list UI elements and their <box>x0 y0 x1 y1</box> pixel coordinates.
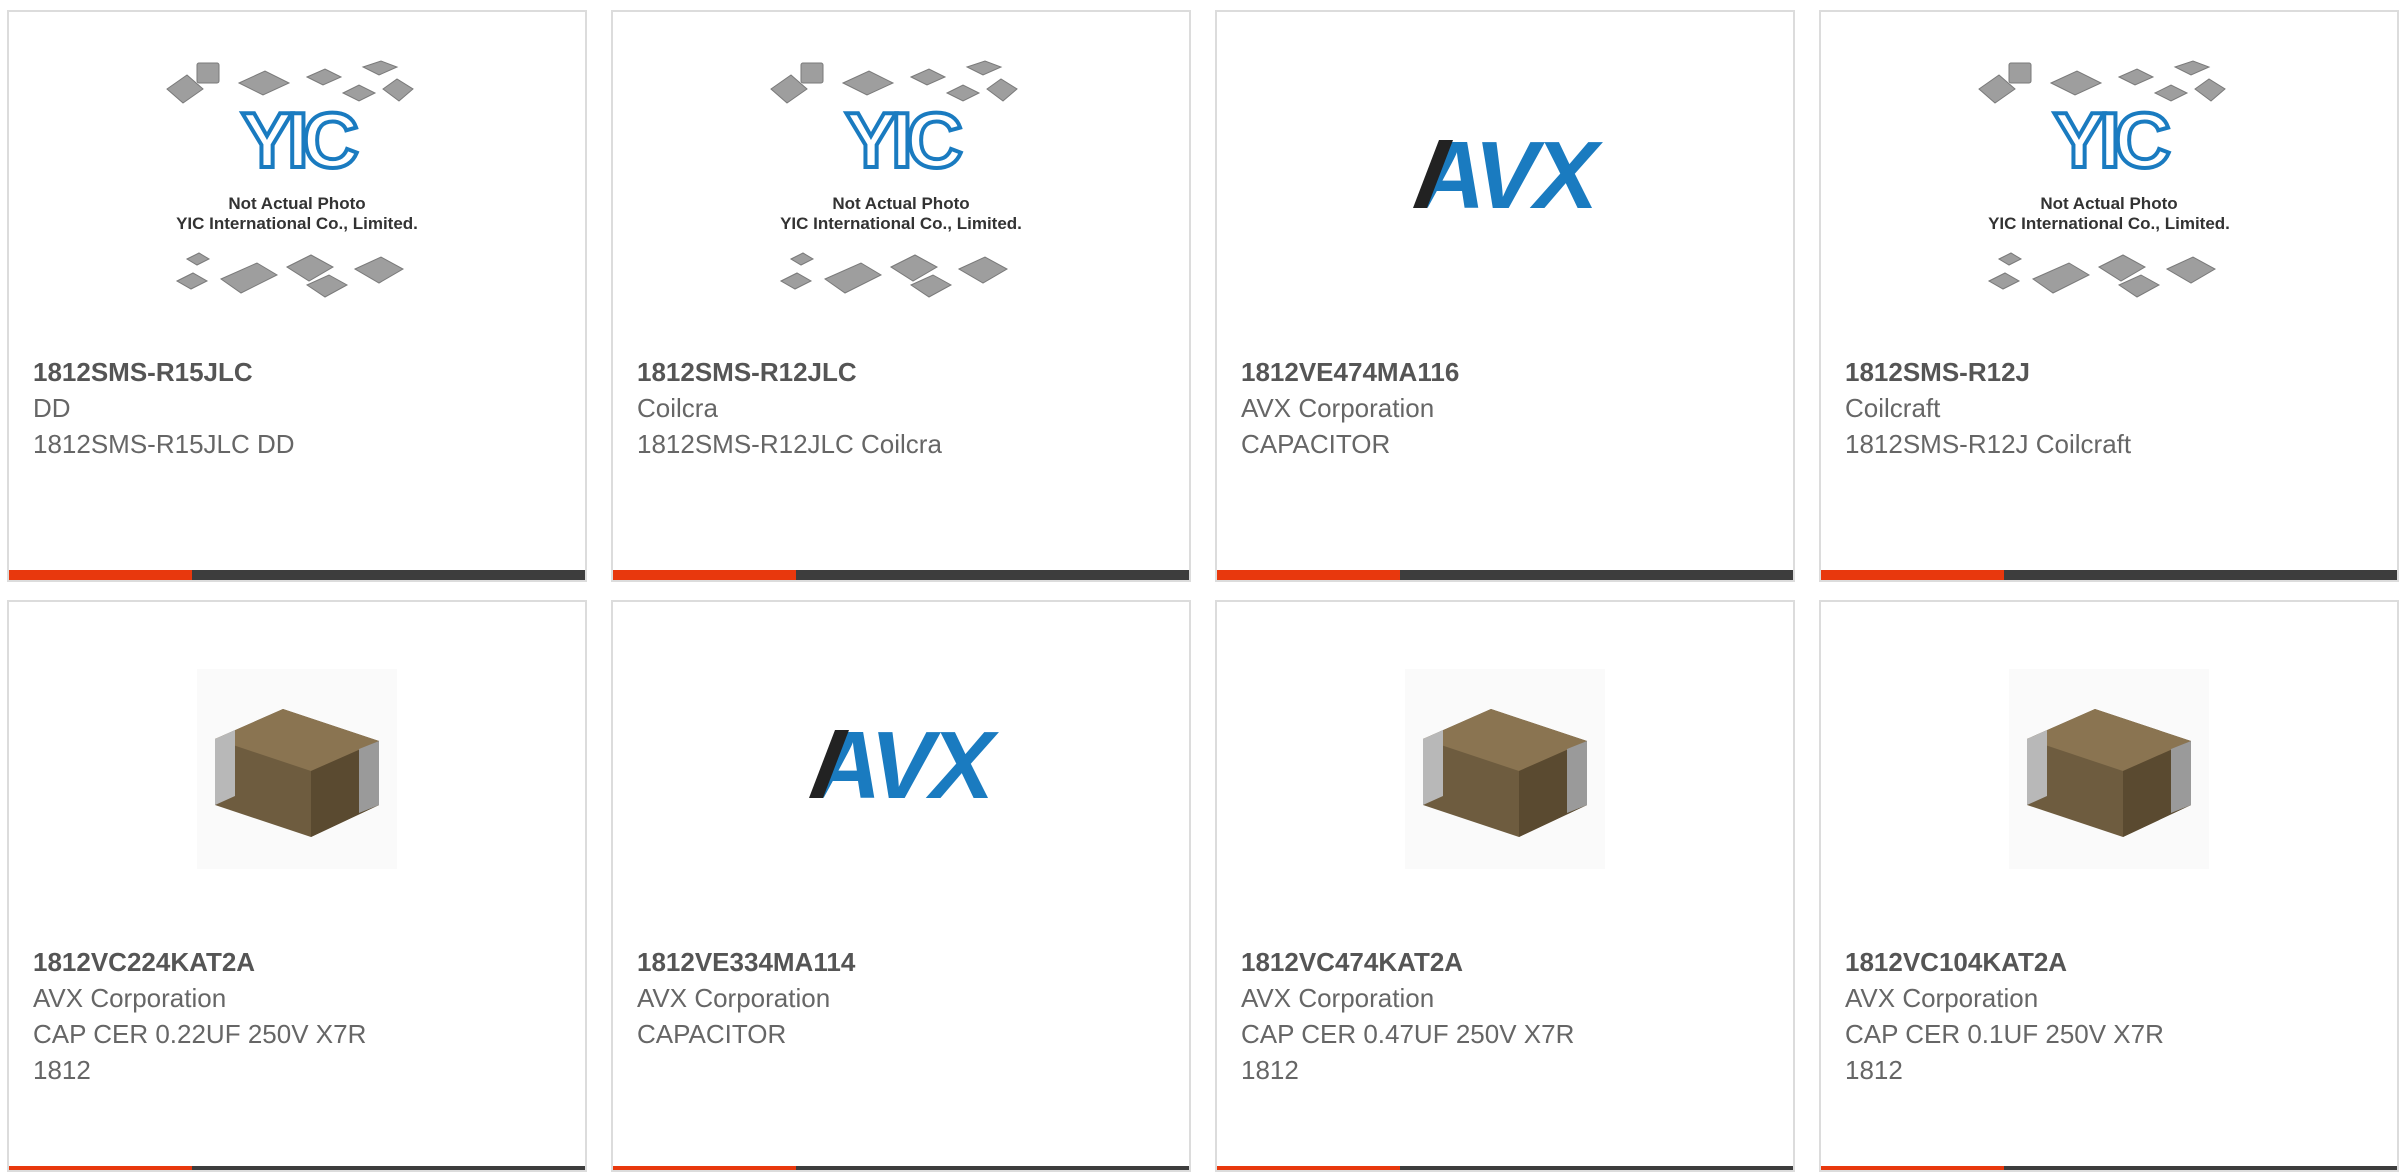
part-number[interactable]: 1812SMS-R12J <box>1845 354 2377 390</box>
not-actual-photo-image: YIC Not Actual Photo YIC International C… <box>1978 60 2230 298</box>
product-image[interactable] <box>11 604 583 934</box>
description: 1812SMS-R12J Coilcraft <box>1845 429 2132 459</box>
description: CAPACITOR <box>637 1019 787 1049</box>
product-card[interactable]: 1812VC474KAT2A AVX Corporation CAP CER 0… <box>1215 600 1795 1172</box>
product-info: 1812VE334MA114 AVX Corporation CAPACITOR <box>637 944 1169 1052</box>
product-info: 1812VC104KAT2A AVX Corporation CAP CER 0… <box>1845 944 2377 1088</box>
product-image[interactable] <box>1219 604 1791 934</box>
product-image[interactable]: YIC Not Actual Photo YIC International C… <box>11 14 583 344</box>
card-bottom-bar <box>9 570 585 580</box>
svg-text:YIC International Co., Limited: YIC International Co., Limited. <box>780 214 1022 233</box>
description: 1812SMS-R12JLC Coilcra <box>637 429 942 459</box>
capacitor-chip-image <box>2009 669 2209 869</box>
manufacturer: Coilcraft <box>1845 393 1941 423</box>
part-number[interactable]: 1812SMS-R15JLC <box>33 354 565 390</box>
manufacturer: DD <box>33 393 71 423</box>
avx-logo-image: AVX <box>809 724 1003 814</box>
yic-logo-text: YIC <box>845 96 962 184</box>
product-card[interactable]: 1812VC224KAT2A AVX Corporation CAP CER 0… <box>7 600 587 1172</box>
manufacturer: AVX Corporation <box>33 983 227 1013</box>
avx-logo-image: AVX <box>1413 134 1607 224</box>
svg-text:YIC International Co., Limited: YIC International Co., Limited. <box>1988 214 2230 233</box>
part-number[interactable]: 1812VE334MA114 <box>637 944 1169 980</box>
product-info: 1812SMS-R12JLC Coilcra 1812SMS-R12JLC Co… <box>637 354 1169 462</box>
not-actual-photo-image: YIC Not Actual Photo YIC International C… <box>166 60 418 298</box>
part-number[interactable]: 1812VC104KAT2A <box>1845 944 2377 980</box>
product-card[interactable]: YIC Not Actual Photo YIC International C… <box>1819 10 2399 582</box>
manufacturer: Coilcra <box>637 393 718 423</box>
part-number[interactable]: 1812VC474KAT2A <box>1241 944 1773 980</box>
card-bottom-bar <box>613 1166 1189 1170</box>
manufacturer: AVX Corporation <box>1241 983 1435 1013</box>
product-image[interactable]: YIC Not Actual Photo YIC International C… <box>615 14 1187 344</box>
product-image[interactable] <box>1823 604 2395 934</box>
product-grid: YIC Not Actual Photo YIC International C… <box>7 10 2399 1172</box>
description: CAP CER 0.47UF 250V X7R 1812 <box>1241 1019 1575 1085</box>
card-bottom-bar <box>613 570 1189 580</box>
part-number[interactable]: 1812SMS-R12JLC <box>637 354 1169 390</box>
not-actual-photo-image: YIC Not Actual Photo YIC International C… <box>770 60 1022 298</box>
card-bottom-bar <box>9 1166 585 1170</box>
product-info: 1812VC474KAT2A AVX Corporation CAP CER 0… <box>1241 944 1773 1088</box>
product-info: 1812VC224KAT2A AVX Corporation CAP CER 0… <box>33 944 565 1088</box>
product-info: 1812SMS-R15JLC DD 1812SMS-R15JLC DD <box>33 354 565 462</box>
product-image[interactable]: AVX <box>615 604 1187 934</box>
product-info: 1812SMS-R12J Coilcraft 1812SMS-R12J Coil… <box>1845 354 2377 462</box>
product-image[interactable]: YIC Not Actual Photo YIC International C… <box>1823 14 2395 344</box>
card-bottom-bar <box>1821 570 2397 580</box>
svg-text:Not Actual Photo: Not Actual Photo <box>228 194 365 213</box>
svg-text:Not Actual Photo: Not Actual Photo <box>2040 194 2177 213</box>
description: CAP CER 0.22UF 250V X7R 1812 <box>33 1019 367 1085</box>
capacitor-chip-image <box>1405 669 1605 869</box>
capacitor-chip-image <box>197 669 397 869</box>
product-card[interactable]: 1812VC104KAT2A AVX Corporation CAP CER 0… <box>1819 600 2399 1172</box>
yic-logo-text: YIC <box>241 96 358 184</box>
product-image[interactable]: AVX <box>1219 14 1791 344</box>
description: CAPACITOR <box>1241 429 1391 459</box>
part-number[interactable]: 1812VC224KAT2A <box>33 944 565 980</box>
svg-text:Not Actual Photo: Not Actual Photo <box>832 194 969 213</box>
description: CAP CER 0.1UF 250V X7R 1812 <box>1845 1019 2164 1085</box>
product-card[interactable]: AVX 1812VE474MA116 AVX Corporation CAPAC… <box>1215 10 1795 582</box>
product-card[interactable]: AVX 1812VE334MA114 AVX Corporation CAPAC… <box>611 600 1191 1172</box>
manufacturer: AVX Corporation <box>1241 393 1435 423</box>
product-info: 1812VE474MA116 AVX Corporation CAPACITOR <box>1241 354 1773 462</box>
yic-logo-text: YIC <box>2053 96 2170 184</box>
manufacturer: AVX Corporation <box>1845 983 2039 1013</box>
svg-text:YIC International Co., Limited: YIC International Co., Limited. <box>176 214 418 233</box>
manufacturer: AVX Corporation <box>637 983 831 1013</box>
part-number[interactable]: 1812VE474MA116 <box>1241 354 1773 390</box>
product-card[interactable]: YIC Not Actual Photo YIC International C… <box>7 10 587 582</box>
description: 1812SMS-R15JLC DD <box>33 429 295 459</box>
card-bottom-bar <box>1217 570 1793 580</box>
card-bottom-bar <box>1217 1166 1793 1170</box>
product-card[interactable]: YIC Not Actual Photo YIC International C… <box>611 10 1191 582</box>
card-bottom-bar <box>1821 1166 2397 1170</box>
